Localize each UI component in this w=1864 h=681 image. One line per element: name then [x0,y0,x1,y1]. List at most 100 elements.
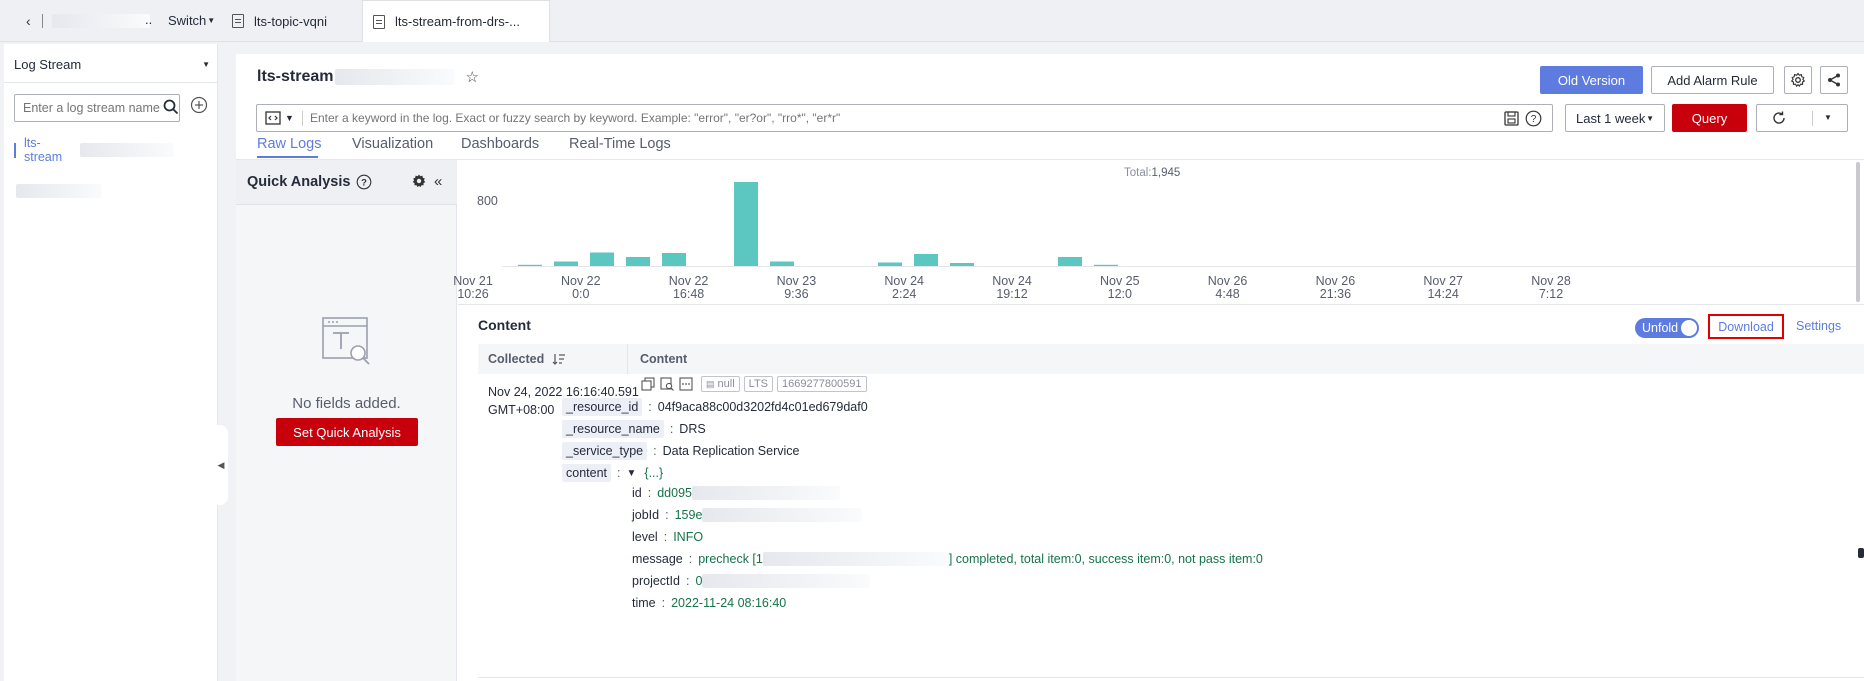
histogram-bar[interactable] [950,263,974,266]
histogram-bar[interactable] [734,182,758,266]
scroll-handle[interactable] [1858,548,1864,558]
file-icon: ▤ [706,378,715,389]
nested-field-value: 159e [674,508,703,522]
save-search-icon[interactable] [1504,111,1519,129]
nested-field-key: projectId [632,574,680,588]
caret-down-icon[interactable]: ▼ [1824,113,1832,122]
tab-dashboards[interactable]: Dashboards [461,136,539,152]
add-stream-icon[interactable] [190,96,208,117]
field-separator: : [647,486,652,500]
tab-raw-logs[interactable]: Raw Logs [257,136,321,152]
histogram-bar[interactable] [1058,257,1082,266]
caret-down-icon: ▼ [202,59,210,69]
quick-analysis-settings-icon[interactable] [411,173,427,192]
add-alarm-rule-button[interactable]: Add Alarm Rule [1651,66,1774,94]
refresh-split-button[interactable]: ▼ [1756,104,1848,132]
log-stream-search [14,94,180,122]
x-tick-label: Nov 24 2:24 [869,275,939,301]
active-indicator [14,142,16,158]
caret-down-icon: ▼ [207,16,216,25]
query-button[interactable]: Query [1672,104,1747,132]
x-tick-label: Nov 21 10:26 [438,275,508,301]
refresh-icon[interactable] [1771,110,1787,129]
tag-null: ▤ null [701,376,740,392]
copy-icon[interactable] [641,377,655,391]
settings-link[interactable]: Settings [1796,319,1841,333]
settings-gear-button[interactable] [1784,66,1812,94]
x-tick-label: Nov 22 0:0 [546,275,616,301]
col-collected-header[interactable]: Collected [488,352,566,366]
view-context-icon[interactable] [660,377,674,391]
x-tick-label: Nov 23 9:36 [761,275,831,301]
tab-topic[interactable]: lts-topic-vqni [218,0,362,42]
histogram-bar[interactable] [1094,264,1118,266]
histogram-bar[interactable] [554,261,578,267]
scrollbar-thumb[interactable] [1856,162,1860,302]
field-key[interactable]: content [562,464,612,482]
content-title: Content [478,317,531,333]
download-link[interactable]: Download [1708,314,1784,339]
log-keyword-input[interactable] [310,109,1440,127]
switch-button[interactable]: Switch ▼ [168,13,215,28]
x-tick-time: 2:24 [892,287,917,301]
search-divider [302,111,303,126]
histogram-bar[interactable] [770,261,794,267]
blurred-region [702,574,871,588]
collapse-panel-icon[interactable]: « [434,173,442,190]
nested-field: message: precheck [1] completed, total it… [632,552,1263,566]
caret-left-icon: ◀ [217,459,225,470]
tab-stream[interactable]: lts-stream-from-drs-... [362,0,550,42]
more-icon[interactable] [679,377,693,391]
histogram-bar[interactable] [518,264,542,266]
chart-divider [458,304,1864,305]
help-icon[interactable]: ? [356,174,372,190]
histogram-bar[interactable] [590,252,614,267]
set-quick-analysis-button[interactable]: Set Quick Analysis [276,418,418,446]
nested-field-value: dd095 [657,486,692,500]
tab-real-time-logs[interactable]: Real-Time Logs [569,136,671,152]
blurred-region [762,552,949,566]
x-tick-time: 14:24 [1427,287,1459,301]
unfold-toggle-label: Unfold [1642,321,1679,335]
share-button[interactable] [1820,66,1848,94]
sort-icon[interactable] [552,353,566,365]
blurred-region [52,14,150,28]
log-stream-dropdown[interactable]: Log Stream ▼ [14,54,210,74]
svg-text:?: ? [362,178,368,189]
search-mode-selector[interactable]: ▼ [265,111,294,125]
tag-null-label: null [717,378,735,390]
nested-field-key: jobId [632,508,660,522]
x-tick-label: Nov 26 21:36 [1300,275,1370,301]
nested-field-key: message [632,552,683,566]
tab-visualization[interactable]: Visualization [352,136,433,152]
log-stream-dropdown-label: Log Stream [14,56,82,72]
collapse-sidebar-handle[interactable]: ◀ [214,425,228,505]
field-separator: : [648,400,652,414]
field-key[interactable]: _resource_id [562,398,643,416]
old-version-button[interactable]: Old Version [1540,66,1643,94]
sidebar: Log Stream ▼ lts-stream [4,44,218,681]
help-icon[interactable]: ? [1525,110,1542,130]
subtab-divider [236,159,1864,160]
histogram-bar[interactable] [914,254,938,266]
histogram-bar[interactable] [878,262,902,267]
log-histogram[interactable] [458,164,1864,276]
expand-caret-icon[interactable]: ▼ [627,468,637,479]
time-range-select[interactable]: Last 1 week ▼ [1565,104,1665,132]
x-tick-time: 16:48 [672,287,705,301]
field-separator: : [663,530,668,544]
ellipsis: .. [145,12,153,27]
histogram-bar[interactable] [626,257,650,266]
field-key[interactable]: _resource_name [562,420,664,438]
search-icon[interactable] [163,99,179,118]
unfold-toggle[interactable]: Unfold [1635,318,1699,338]
star-icon[interactable]: ☆ [465,68,478,86]
quick-analysis-title: Quick Analysis ? [247,174,372,190]
log-stream-search-input[interactable] [23,101,161,115]
field-key[interactable]: _service_type [562,442,648,460]
log-field: _service_type: Data Replication Service [562,442,799,460]
x-tick-label: Nov 24 19:12 [977,275,1047,301]
histogram-bar[interactable] [662,253,686,266]
sidebar-item-lts-stream[interactable]: lts-stream [14,136,174,164]
back-icon[interactable]: ‹ [26,13,31,29]
